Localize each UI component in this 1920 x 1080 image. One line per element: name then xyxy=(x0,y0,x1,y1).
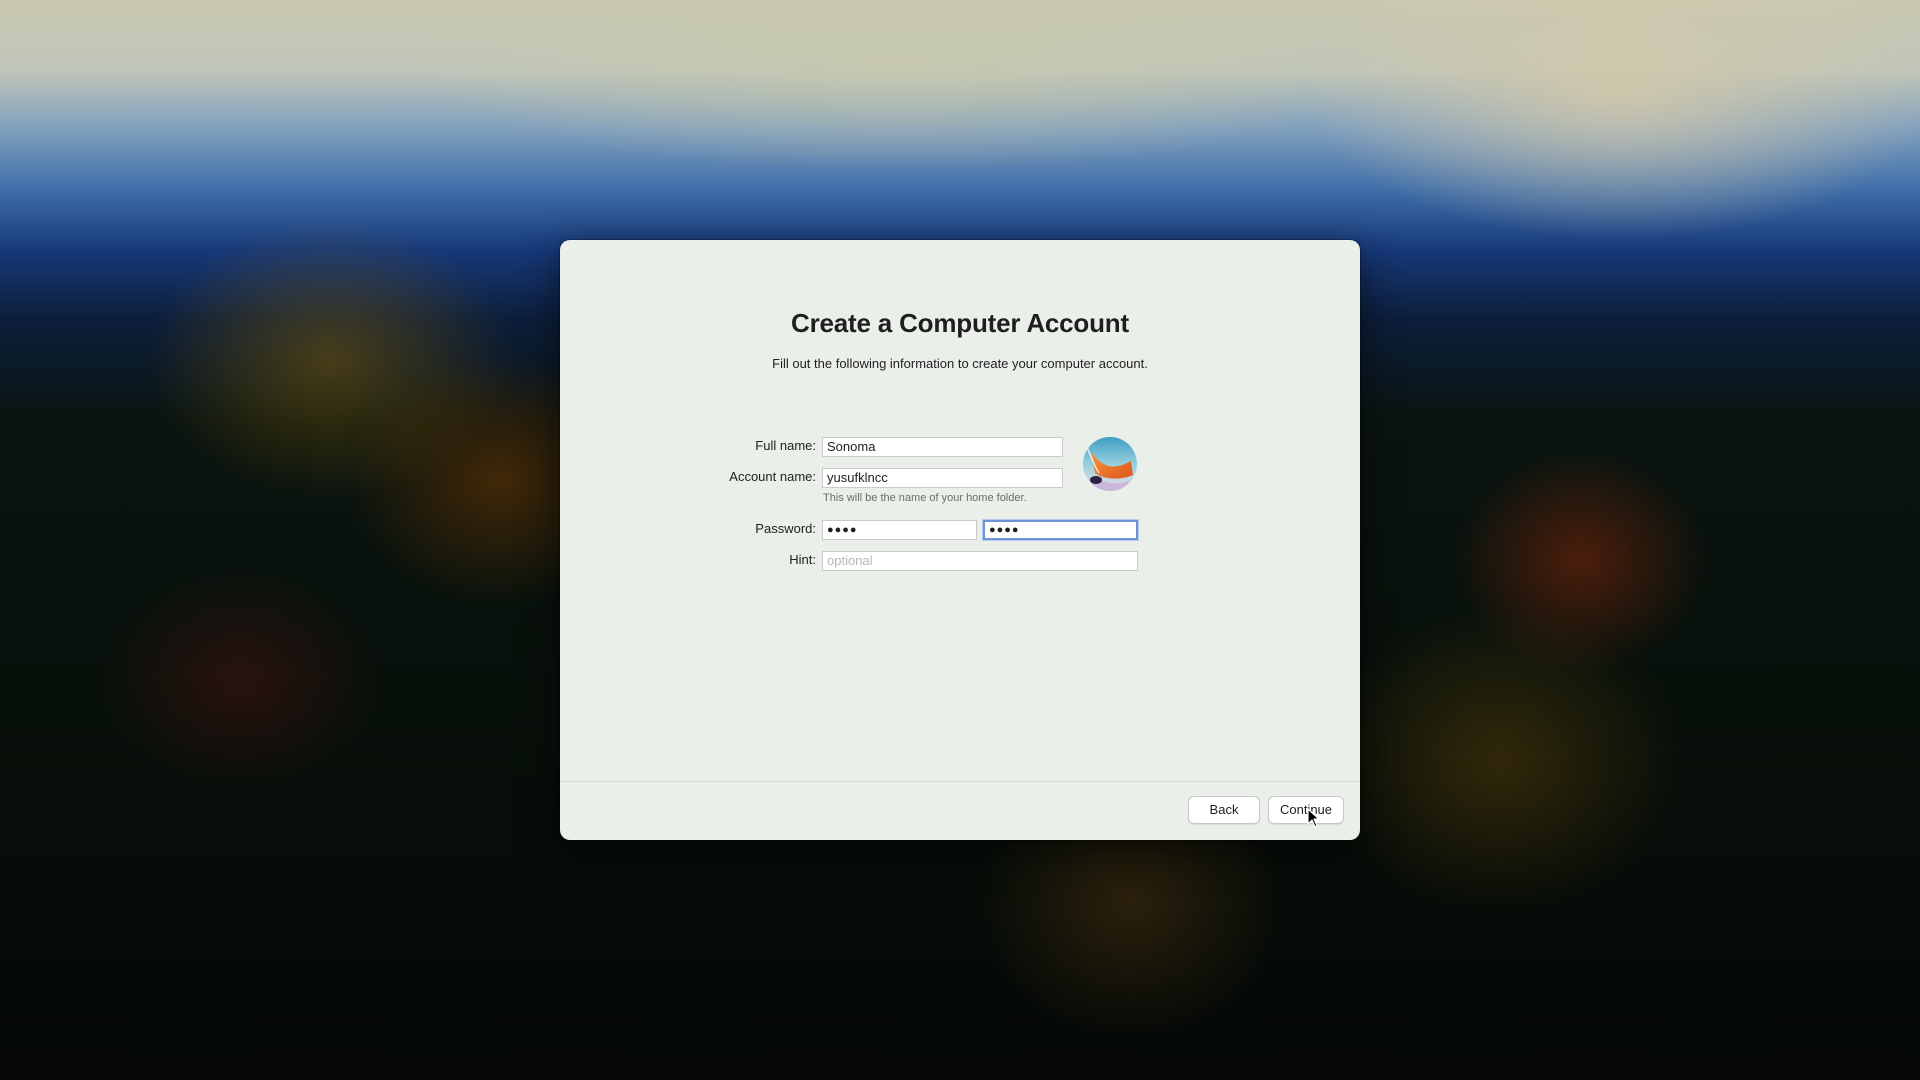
full-name-field[interactable]: Sonoma xyxy=(822,437,1063,457)
password-field[interactable]: ●●●● xyxy=(822,520,977,540)
wallpaper-haze xyxy=(1200,0,1920,280)
account-name-label: Account name: xyxy=(729,469,816,484)
user-picture-icon[interactable] xyxy=(1083,437,1137,491)
page-subtitle: Fill out the following information to cr… xyxy=(772,356,1148,371)
page-title: Create a Computer Account xyxy=(791,308,1129,338)
password-label: Password: xyxy=(755,521,816,536)
account-name-helper-text: This will be the name of your home folde… xyxy=(823,492,1027,504)
footer-divider xyxy=(560,781,1360,782)
back-button[interactable]: Back xyxy=(1188,796,1260,824)
verify-password-field[interactable]: ●●●● xyxy=(983,520,1138,540)
full-name-label: Full name: xyxy=(755,438,816,453)
account-name-field[interactable]: yusufklncc xyxy=(822,468,1063,488)
mouse-pointer-icon xyxy=(1307,808,1321,828)
continue-button[interactable]: Continue xyxy=(1268,796,1344,824)
hint-field[interactable]: optional xyxy=(822,551,1138,571)
hint-label: Hint: xyxy=(789,552,816,567)
setup-assistant-dialog: Create a Computer Account Fill out the f… xyxy=(560,240,1360,840)
